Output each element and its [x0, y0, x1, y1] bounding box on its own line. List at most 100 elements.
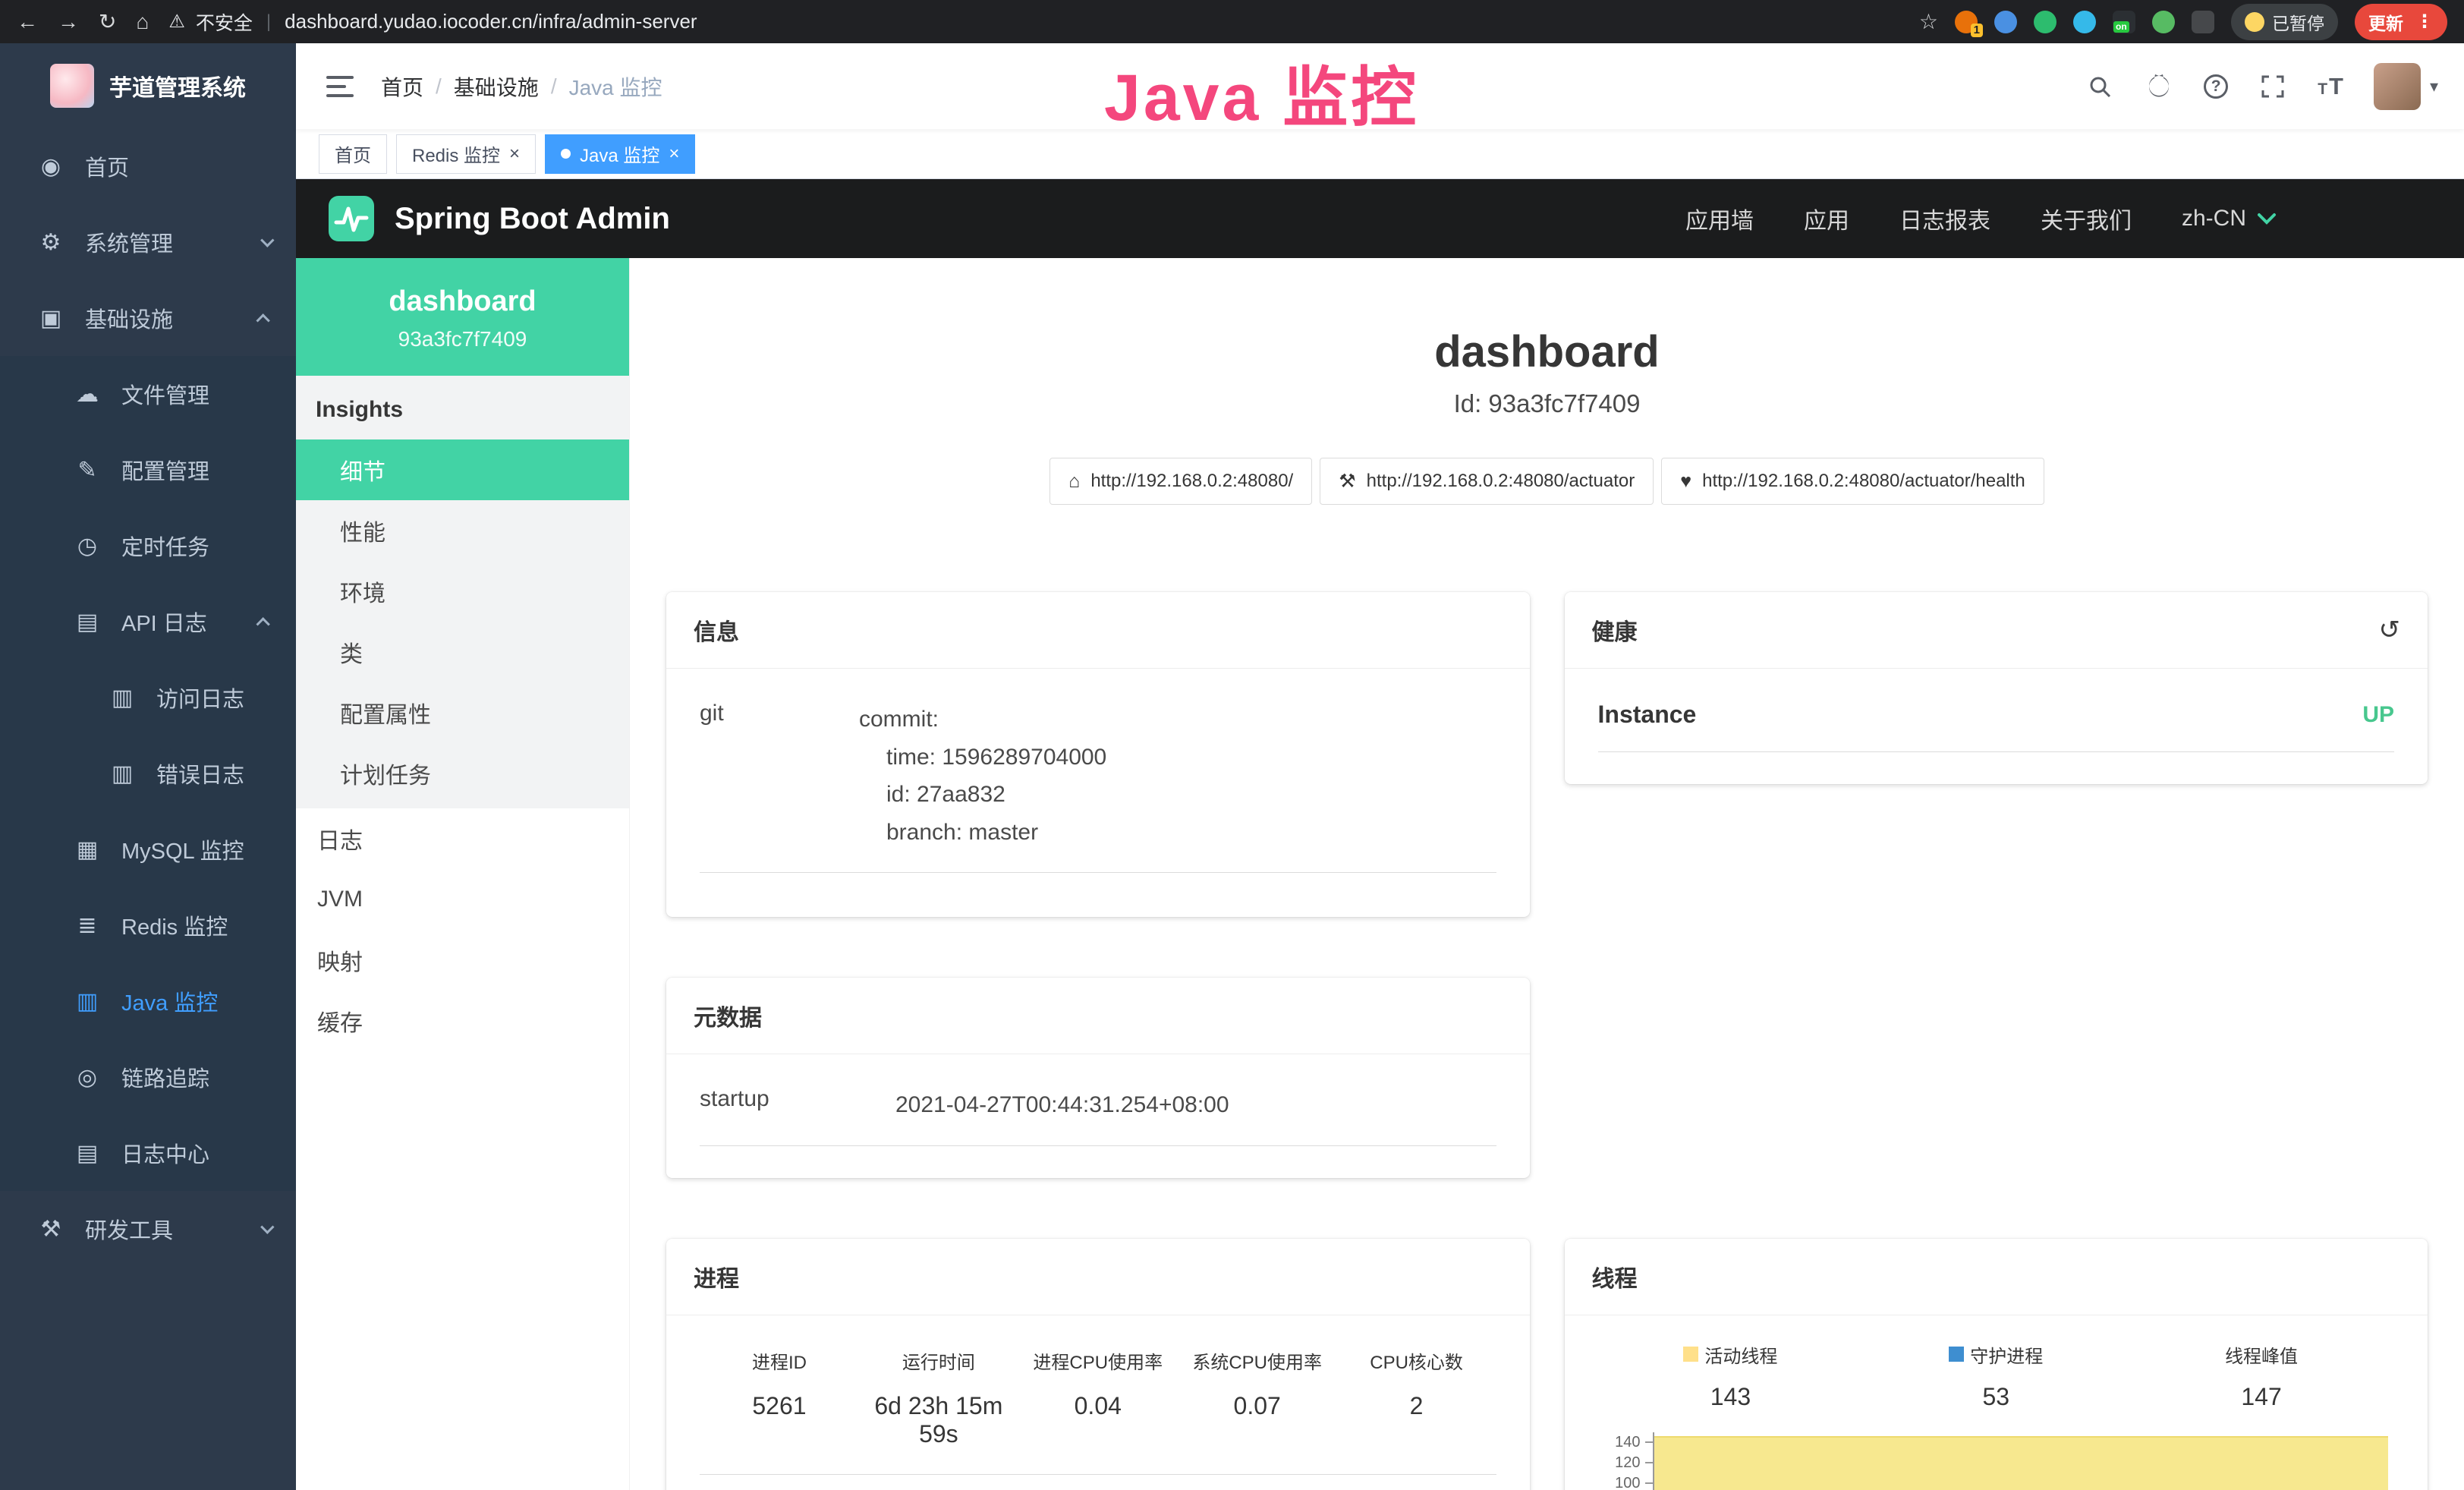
- info-value: commit: time: 1596289704000 id: 27aa832 …: [859, 701, 1496, 851]
- sba-menu-details[interactable]: 细节: [296, 439, 629, 500]
- extension-icon[interactable]: on: [2113, 11, 2135, 33]
- browser-actions: ☆ 1 on 已暂停 更新 ⋮: [1919, 4, 2447, 40]
- clock-icon: ◷: [73, 533, 102, 559]
- sba-sidebar: dashboard 93a3fc7f7409 Insights 细节 性能 环境: [296, 258, 630, 1490]
- sidebar-item-dev-tools[interactable]: ⚒ 研发工具: [0, 1191, 296, 1267]
- document-icon: ▤: [73, 1140, 102, 1167]
- sba-menu-item-label: 性能: [340, 514, 385, 547]
- spring-boot-admin: Spring Boot Admin 应用墙 应用 日志报表 关于我们 zh-CN…: [296, 179, 2464, 1490]
- sidebar-item-label: 错误日志: [156, 758, 244, 789]
- sba-brand-title[interactable]: Spring Boot Admin: [395, 202, 670, 236]
- sidebar-item-scheduled-tasks[interactable]: ◷ 定时任务: [0, 508, 296, 584]
- heart-icon: ♥: [1680, 471, 1691, 493]
- update-button[interactable]: 更新 ⋮: [2355, 4, 2447, 40]
- layers-icon: ≣: [73, 912, 102, 939]
- back-icon[interactable]: ←: [17, 11, 38, 33]
- sba-nav-journal[interactable]: 日志报表: [1899, 202, 1990, 235]
- sidebar-item-infrastructure[interactable]: ▣ 基础设施: [0, 280, 296, 356]
- sba-menu-logs[interactable]: 日志: [296, 808, 629, 869]
- breadcrumb-infrastructure[interactable]: 基础设施: [454, 71, 539, 102]
- user-menu[interactable]: ▾: [2374, 63, 2438, 110]
- extension-icon[interactable]: [2192, 11, 2214, 33]
- process-col-value: 0.04: [1018, 1392, 1178, 1420]
- sba-nav-about[interactable]: 关于我们: [2041, 202, 2132, 235]
- refresh-icon[interactable]: ↻: [99, 11, 116, 33]
- sidebar-item-home[interactable]: ◉ 首页: [0, 128, 296, 204]
- service-url-button[interactable]: ⌂ http://192.168.0.2:48080/: [1049, 458, 1312, 505]
- address-bar[interactable]: ⚠ 不安全 | dashboard.yudao.iocoder.cn/infra…: [168, 8, 697, 36]
- dashboard-icon: ◉: [36, 153, 65, 180]
- extension-icon[interactable]: 1: [1955, 11, 1978, 33]
- sba-nav: 应用墙 应用 日志报表 关于我们 zh-CN: [1685, 202, 2432, 235]
- sidebar-item-mysql-monitor[interactable]: ▦ MySQL 监控: [0, 811, 296, 887]
- sba-instance-id: 93a3fc7f7409: [311, 327, 614, 351]
- paused-badge[interactable]: 已暂停: [2231, 4, 2338, 40]
- chart-plot-area: [1653, 1432, 2395, 1490]
- sidebar-item-file-mgmt[interactable]: ☁ 文件管理: [0, 356, 296, 432]
- breadcrumb-home[interactable]: 首页: [381, 71, 423, 102]
- tab-home[interactable]: 首页: [319, 134, 387, 174]
- search-icon[interactable]: [2085, 72, 2114, 101]
- close-icon[interactable]: ×: [669, 145, 679, 163]
- sidebar-item-error-logs[interactable]: ▥ 错误日志: [0, 736, 296, 811]
- card-body: Instance UP: [1565, 669, 2428, 784]
- close-icon[interactable]: ×: [509, 145, 520, 163]
- sba-menu-environment[interactable]: 环境: [296, 561, 629, 622]
- url-text: dashboard.yudao.iocoder.cn/infra/admin-s…: [285, 10, 697, 33]
- actuator-url-button[interactable]: ⚒ http://192.168.0.2:48080/actuator: [1320, 458, 1654, 505]
- sba-instance-header[interactable]: dashboard 93a3fc7f7409: [296, 258, 629, 376]
- info-line: time: 1596289704000: [859, 739, 1496, 777]
- sidebar-item-java-monitor[interactable]: ▥ Java 监控: [0, 963, 296, 1039]
- breadcrumb-separator: /: [436, 74, 442, 99]
- sba-main: dashboard Id: 93a3fc7f7409 ⌂ http://192.…: [630, 258, 2464, 1490]
- extension-icon[interactable]: [2073, 11, 2096, 33]
- sba-menu-classes[interactable]: 类: [296, 622, 629, 682]
- sba-menu-item-label: 类: [340, 635, 363, 669]
- hamburger-icon[interactable]: [322, 71, 358, 102]
- home-icon: ⌂: [1068, 471, 1080, 493]
- process-col-header: 进程ID: [700, 1347, 859, 1374]
- github-icon[interactable]: [2145, 72, 2173, 101]
- sidebar-item-access-logs[interactable]: ▥ 访问日志: [0, 660, 296, 736]
- caret-down-icon: ▾: [2430, 77, 2438, 96]
- info-row: git commit: time: 1596289704000 id: 27aa…: [700, 701, 1496, 873]
- tab-redis-monitor[interactable]: Redis 监控 ×: [396, 134, 536, 174]
- sidebar-item-config-mgmt[interactable]: ✎ 配置管理: [0, 432, 296, 508]
- database-icon: ▦: [73, 836, 102, 863]
- sba-menu-mappings[interactable]: 映射: [296, 930, 629, 991]
- card-title: 元数据: [666, 978, 1530, 1054]
- font-size-icon[interactable]: TT: [2318, 73, 2343, 100]
- process-col-value: 5261: [700, 1392, 859, 1420]
- sba-menu-performance[interactable]: 性能: [296, 500, 629, 561]
- sba-menu-caches[interactable]: 缓存: [296, 991, 629, 1051]
- tab-java-monitor[interactable]: Java 监控 ×: [545, 134, 695, 174]
- sidebar-item-system-mgmt[interactable]: ⚙ 系统管理: [0, 204, 296, 280]
- home-icon[interactable]: ⌂: [136, 11, 149, 33]
- fullscreen-icon[interactable]: [2258, 72, 2287, 101]
- paused-label: 已暂停: [2272, 9, 2324, 35]
- sba-menu-label: Insights: [296, 376, 629, 439]
- process-col: 运行时间 6d 23h 15m 59s: [859, 1347, 1018, 1448]
- sidebar-item-link-tracing[interactable]: ◎ 链路追踪: [0, 1039, 296, 1115]
- sidebar-item-api-logs[interactable]: ▤ API 日志: [0, 584, 296, 660]
- help-icon[interactable]: ?: [2204, 74, 2228, 99]
- extension-icon[interactable]: [2034, 11, 2056, 33]
- sba-menu-scheduled-tasks[interactable]: 计划任务: [296, 743, 629, 804]
- extension-icon[interactable]: [1994, 11, 2017, 33]
- sba-nav-wallboard[interactable]: 应用墙: [1685, 202, 1754, 235]
- sidebar-item-log-center[interactable]: ▤ 日志中心: [0, 1115, 296, 1191]
- health-url-button[interactable]: ♥ http://192.168.0.2:48080/actuator/heal…: [1661, 458, 2044, 505]
- history-icon[interactable]: ↺: [2379, 615, 2401, 645]
- extension-icon[interactable]: [2152, 11, 2175, 33]
- sba-language-select[interactable]: zh-CN: [2182, 206, 2277, 232]
- sidebar-item-redis-monitor[interactable]: ≣ Redis 监控: [0, 887, 296, 963]
- bookmark-star-icon[interactable]: ☆: [1919, 11, 1938, 33]
- sba-menu-jvm[interactable]: JVM: [296, 869, 629, 930]
- address-divider: |: [266, 11, 271, 33]
- sidebar-logo[interactable]: 芋道管理系统: [0, 43, 296, 128]
- sba-nav-applications[interactable]: 应用: [1804, 202, 1849, 235]
- sba-menu-config-props[interactable]: 配置属性: [296, 682, 629, 743]
- sba-instance-name: dashboard: [311, 285, 614, 318]
- forward-icon[interactable]: →: [58, 11, 79, 33]
- chart-area-series: [1654, 1436, 2389, 1490]
